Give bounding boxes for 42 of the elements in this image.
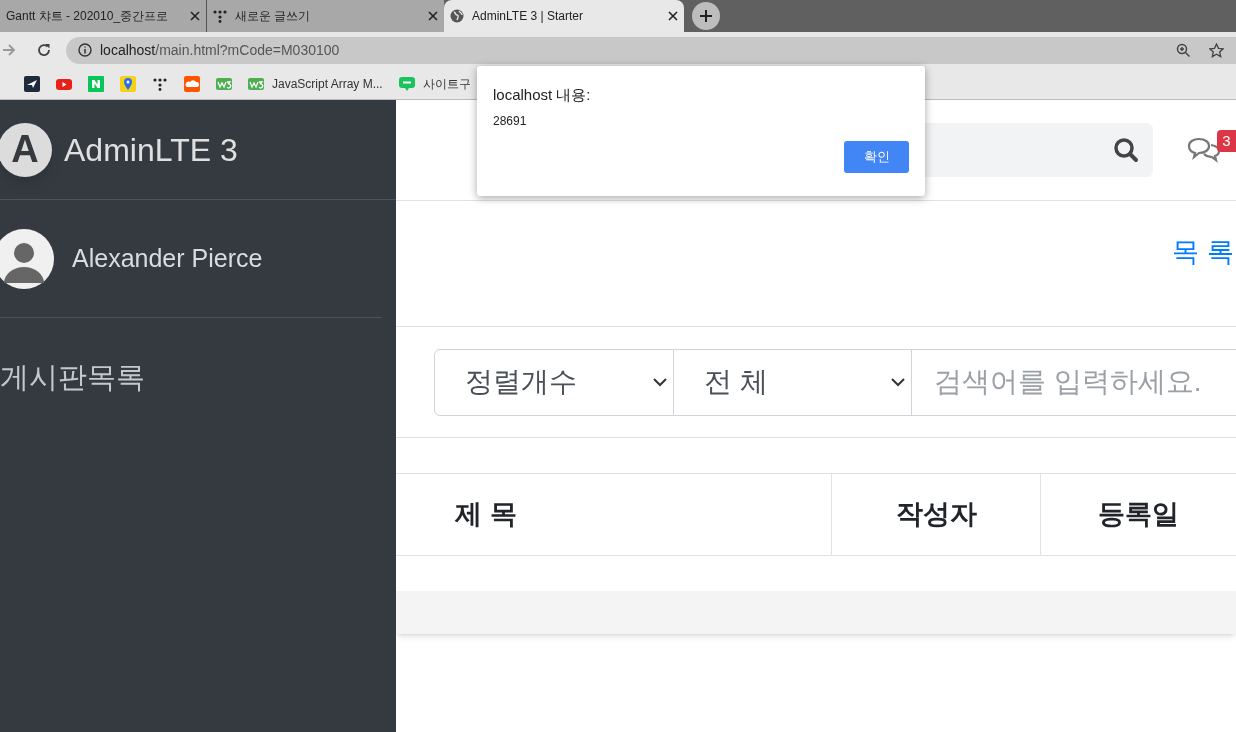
new-tab-button[interactable] (692, 2, 720, 30)
browser-tab[interactable]: Gantt 챠트 - 202010_중간프로 (0, 0, 206, 32)
chat-bubbles-icon[interactable] (1187, 136, 1221, 164)
user-name[interactable]: Alexander Pierce (72, 239, 263, 278)
browser-tab[interactable]: 새로운 글쓰기 (206, 0, 444, 32)
sort-select[interactable]: 정렬개수 (434, 348, 674, 416)
map-pin-icon[interactable] (120, 75, 136, 92)
bookmark-link[interactable]: JavaScript Array M... (272, 74, 383, 93)
avatar[interactable] (0, 228, 54, 289)
zoom-icon[interactable] (1176, 42, 1191, 58)
column-header: 등록일 (1040, 474, 1236, 555)
wave-badge-icon[interactable] (248, 75, 264, 92)
bookmark-link[interactable]: 사이트구 (422, 74, 471, 93)
chevron-down-icon (891, 377, 905, 387)
wave-badge-icon[interactable] (216, 75, 232, 92)
plus-icon (699, 9, 713, 23)
column-header: 작성자 (831, 474, 1040, 555)
notification-badge: 3 (1217, 130, 1236, 152)
close-icon[interactable] (190, 11, 200, 21)
address-bar[interactable]: localhost/main.html?mCode=M030100 (66, 36, 1236, 64)
reload-icon[interactable] (36, 42, 52, 58)
dialog-message: 28691 (493, 113, 528, 130)
close-icon[interactable] (668, 11, 678, 21)
brand-name[interactable]: AdminLTE 3 (64, 125, 238, 174)
info-icon (78, 43, 92, 57)
dots-icon (213, 9, 227, 23)
chevron-down-icon (653, 377, 667, 387)
filter-select[interactable]: 전 체 (674, 348, 912, 416)
close-icon[interactable] (428, 11, 438, 21)
ok-button[interactable]: 확인 (844, 141, 909, 173)
globe-icon (450, 9, 464, 23)
list-link[interactable]: 목 록 (1172, 232, 1234, 270)
bird-icon[interactable] (24, 75, 40, 92)
search-input[interactable]: 검색어를 입력하세요. (912, 348, 1236, 416)
column-header: 제 목 (454, 498, 518, 532)
cloud-icon[interactable] (184, 75, 200, 92)
search-icon[interactable] (1113, 137, 1139, 163)
sidebar-item[interactable]: 게시판목록 (0, 356, 396, 400)
star-icon[interactable] (1209, 42, 1224, 58)
brand-logo[interactable]: A (0, 122, 52, 177)
dialog-title: localhost 내용: (493, 85, 592, 104)
browser-tab[interactable]: AdminLTE 3 | Starter (444, 0, 684, 32)
